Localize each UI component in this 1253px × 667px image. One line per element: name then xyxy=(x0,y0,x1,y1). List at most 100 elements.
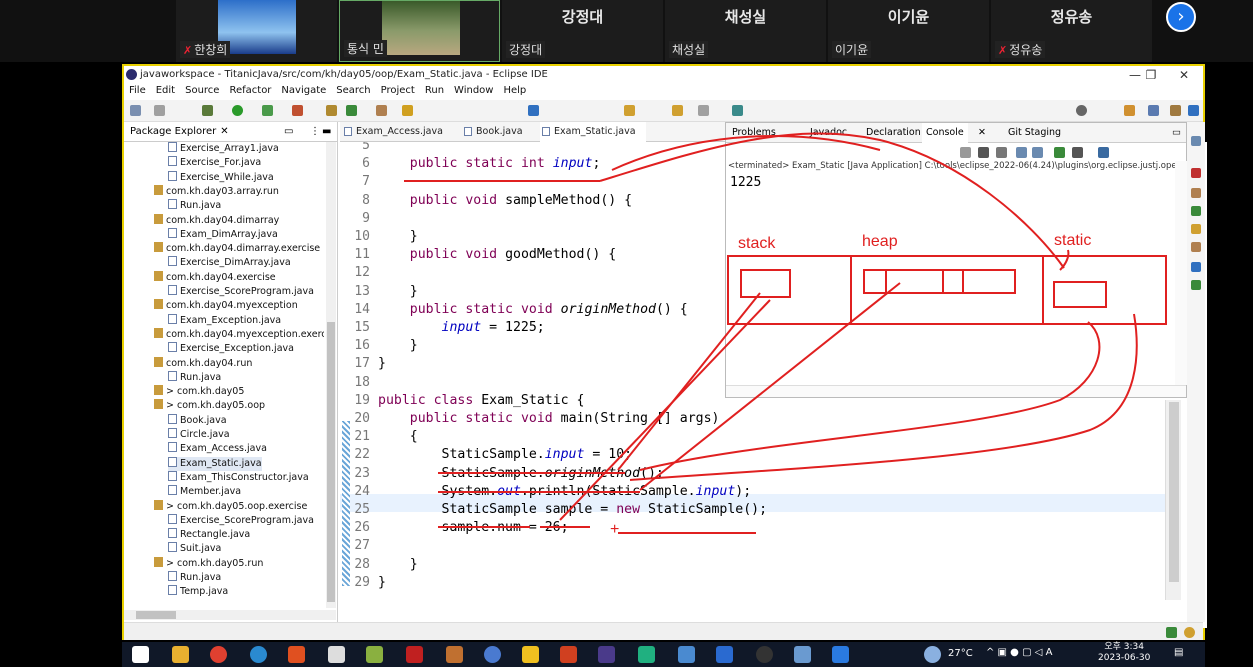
tab-javadoc[interactable]: Javadoc xyxy=(810,123,847,143)
menu-search[interactable]: Search xyxy=(331,84,375,97)
notification-icon[interactable]: ▤ xyxy=(1174,647,1183,658)
package-node[interactable]: com.kh.day04.run xyxy=(154,356,252,371)
participant-tile[interactable]: 강정대 강정대 xyxy=(502,0,663,62)
package-explorer-tab[interactable]: Package Explorer xyxy=(130,126,216,137)
temperature[interactable]: 27°C xyxy=(948,648,973,659)
close-icon[interactable]: ✕ xyxy=(220,126,228,137)
app-icon[interactable] xyxy=(756,646,773,663)
java-file-node[interactable]: Exam_DimArray.java xyxy=(168,227,278,242)
eclipse-taskbar-icon[interactable] xyxy=(598,646,615,663)
collapse-all-icon[interactable]: ▭ xyxy=(284,122,293,142)
package-node[interactable]: > com.kh.day05 xyxy=(154,385,244,399)
java-file-node[interactable]: Member.java xyxy=(168,485,241,499)
java-file-node[interactable]: Exam_Static.java xyxy=(168,456,262,471)
app-icon[interactable] xyxy=(638,646,655,663)
console-output[interactable]: 1225 xyxy=(730,175,761,190)
java-file-node[interactable]: Exercise_For.java xyxy=(168,156,261,170)
display-console-icon[interactable] xyxy=(1072,147,1083,158)
sticky-notes-icon[interactable] xyxy=(522,646,539,663)
horizontal-scrollbar[interactable] xyxy=(124,610,336,620)
console-icon[interactable] xyxy=(1191,262,1201,272)
package-node[interactable]: > com.kh.day05.oop.exercise xyxy=(154,499,307,514)
participant-tile[interactable]: 통식 민 xyxy=(339,0,500,62)
package-node[interactable]: com.kh.day04.exercise xyxy=(154,270,276,285)
tab-console[interactable]: Console xyxy=(922,123,968,143)
menu-project[interactable]: Project xyxy=(376,84,420,97)
declaration-icon[interactable] xyxy=(1191,242,1201,252)
debug-perspective-icon[interactable] xyxy=(1188,105,1199,116)
view-menu-icon[interactable]: ⋮ xyxy=(310,122,320,142)
horizontal-scrollbar[interactable] xyxy=(726,385,1186,397)
menu-window[interactable]: Window xyxy=(449,84,498,97)
tab-git-staging[interactable]: Git Staging xyxy=(1008,123,1061,143)
close-button[interactable]: ✕ xyxy=(1169,66,1199,84)
participant-tile[interactable]: 이기윤 이기윤 xyxy=(828,0,989,62)
java-file-node[interactable]: Exercise_ScoreProgram.java xyxy=(168,285,314,299)
java-file-node[interactable]: Run.java xyxy=(168,199,221,213)
outline-icon[interactable] xyxy=(1191,136,1201,146)
package-node[interactable]: com.kh.day04.dimarray.exercise xyxy=(154,242,320,256)
java-file-node[interactable]: Temp.java xyxy=(168,585,228,599)
quick-access-search-icon[interactable] xyxy=(1076,105,1087,116)
menu-navigate[interactable]: Navigate xyxy=(276,84,331,97)
vertical-scrollbar[interactable] xyxy=(326,142,336,608)
package-node[interactable]: com.kh.day03.array.run xyxy=(154,184,279,199)
coverage-icon[interactable] xyxy=(262,105,273,116)
weather-icon[interactable] xyxy=(924,646,941,663)
app-icon[interactable] xyxy=(716,646,733,663)
java-file-node[interactable]: Exam_ThisConstructor.java xyxy=(168,470,309,485)
java-file-node[interactable]: Exercise_DimArray.java xyxy=(168,256,291,270)
javadoc-icon[interactable] xyxy=(1191,206,1201,216)
tab-declaration[interactable]: Declaration xyxy=(866,123,921,143)
menu-run[interactable]: Run xyxy=(420,84,449,97)
clear-console-icon[interactable] xyxy=(1016,147,1027,158)
start-icon[interactable] xyxy=(132,646,149,663)
chrome-icon[interactable] xyxy=(210,646,227,663)
maximize-view-icon[interactable]: ▭ xyxy=(1172,123,1181,143)
back-icon[interactable] xyxy=(672,105,683,116)
tray-icons[interactable]: ^ ▣ ● ▢ ◁ A xyxy=(986,647,1052,658)
forward-icon[interactable] xyxy=(698,105,709,116)
java-file-node[interactable]: Exercise_Exception.java xyxy=(168,342,294,356)
pin-console-icon[interactable] xyxy=(1054,147,1065,158)
minimize-view-icon[interactable]: ▬ xyxy=(322,122,331,142)
scroll-lock-icon[interactable] xyxy=(1032,147,1043,158)
open-type-icon[interactable] xyxy=(376,105,387,116)
run-icon[interactable] xyxy=(232,105,243,116)
edge-icon[interactable] xyxy=(250,646,267,663)
java-perspective-icon[interactable] xyxy=(1148,105,1159,116)
debug-icon[interactable] xyxy=(202,105,213,116)
new-icon[interactable] xyxy=(130,105,141,116)
next-page-button[interactable]: › xyxy=(1166,2,1196,32)
git-staging-icon[interactable] xyxy=(1191,280,1201,290)
java-file-node[interactable]: Run.java xyxy=(168,370,221,385)
java-file-node[interactable]: Rectangle.java xyxy=(168,528,250,542)
tab-book[interactable]: Book.java xyxy=(462,122,536,142)
pin-editor-icon[interactable] xyxy=(732,105,743,116)
participant-tile[interactable]: ✗ 한창희 xyxy=(176,0,337,62)
package-node[interactable]: com.kh.day04.dimarray xyxy=(154,213,279,228)
hierarchy-icon[interactable] xyxy=(1191,188,1201,198)
java-file-node[interactable]: Exam_Exception.java xyxy=(168,313,281,328)
terminate-icon[interactable] xyxy=(960,147,971,158)
java-file-node[interactable]: Suit.java xyxy=(168,542,221,556)
new-package-icon[interactable] xyxy=(326,105,337,116)
vertical-scrollbar[interactable] xyxy=(1165,400,1181,600)
java-file-node[interactable]: Exercise_ScoreProgram.java xyxy=(168,513,314,528)
package-node[interactable]: com.kh.day04.myexception.exerc xyxy=(154,327,324,342)
app-icon[interactable] xyxy=(328,646,345,663)
app-icon[interactable] xyxy=(484,646,501,663)
powerpoint-icon[interactable] xyxy=(560,646,577,663)
clock[interactable]: 오후 3:34 2023-06-30 xyxy=(1098,642,1150,664)
new-class-icon[interactable] xyxy=(346,105,357,116)
menu-file[interactable]: File xyxy=(124,84,151,97)
menu-source[interactable]: Source xyxy=(180,84,224,97)
git-perspective-icon[interactable] xyxy=(1170,105,1181,116)
brave-icon[interactable] xyxy=(288,646,305,663)
tab-exam-static[interactable]: Exam_Static.java ✕ xyxy=(540,122,646,157)
tab-exam-access[interactable]: Exam_Access.java xyxy=(342,122,458,142)
participant-tile[interactable]: 정유송 ✗ 정유송 xyxy=(991,0,1152,62)
save-icon[interactable] xyxy=(154,105,165,116)
vertical-scrollbar[interactable] xyxy=(1175,161,1187,385)
zoom-icon[interactable] xyxy=(832,646,849,663)
